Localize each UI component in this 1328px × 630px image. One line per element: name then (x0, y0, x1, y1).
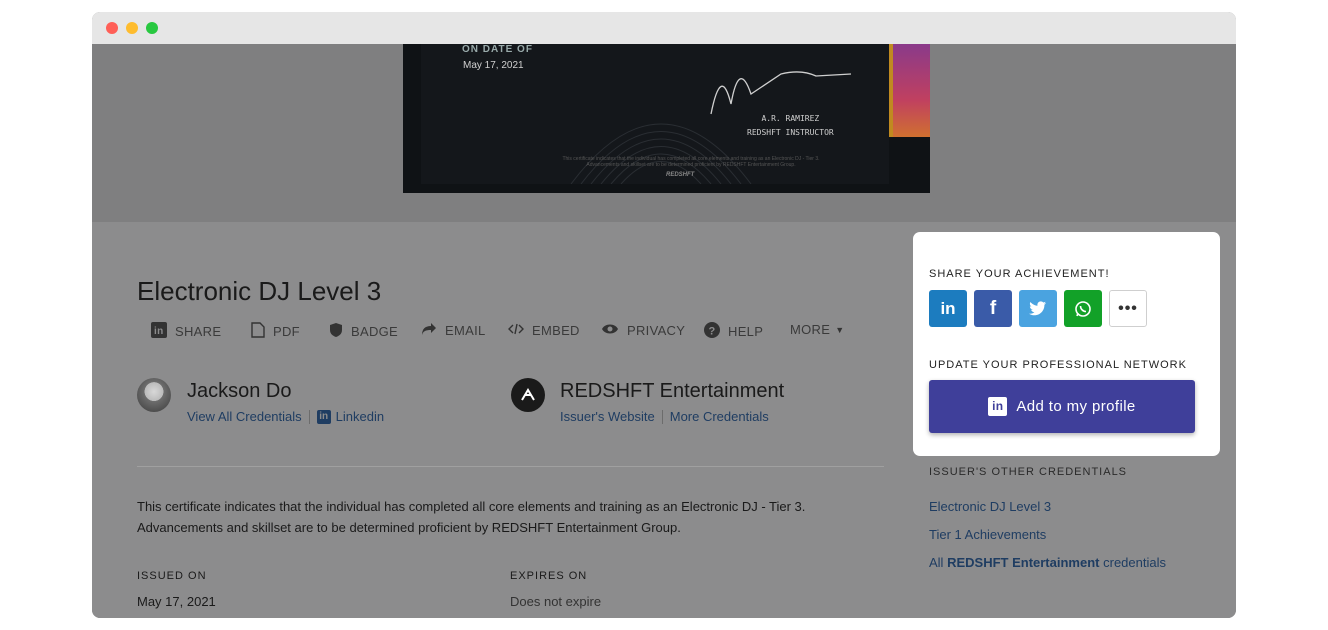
svg-text:?: ? (709, 326, 716, 338)
linkedin-profile-link[interactable]: Linkedin (336, 409, 384, 424)
share-heading: SHARE YOUR ACHIEVEMENT! (929, 268, 1110, 280)
all-prefix: All (929, 555, 944, 570)
all-suffix: credentials (1103, 555, 1166, 570)
share-whatsapp-button[interactable] (1064, 290, 1102, 327)
whatsapp-icon (1075, 300, 1091, 317)
linkedin-icon: in (316, 409, 331, 424)
network-heading: UPDATE YOUR PROFESSIONAL NETWORK (929, 359, 1187, 371)
other-credentials-heading: ISSUER'S OTHER CREDENTIALS (929, 466, 1128, 478)
add-to-profile-button[interactable]: in Add to my profile (929, 380, 1195, 433)
certificate-hero: ON DATE OF May 17, 2021 A.R. RAMIREZ RED… (92, 44, 1236, 222)
eye-icon (601, 322, 619, 338)
description-line-2: Advancements and skillset are to be dete… (137, 520, 681, 535)
signature-icon (710, 71, 852, 115)
help-icon: ? (704, 322, 720, 341)
shield-icon (329, 322, 343, 341)
all-issuer-credentials-link[interactable]: All REDSHFT Entertainment credentials (929, 555, 1166, 570)
share-linkedin-button[interactable]: in (929, 290, 967, 327)
certificate-on-date-label: ON DATE OF (462, 44, 533, 55)
email-action[interactable]: EMAIL (421, 322, 486, 339)
code-icon (508, 322, 524, 339)
window-titlebar (92, 12, 1236, 44)
recipient-name[interactable]: Jackson Do (187, 380, 292, 403)
section-divider (137, 466, 884, 467)
other-credential-link[interactable]: Tier 1 Achievements (929, 527, 1046, 542)
expires-on-value: Does not expire (510, 594, 602, 609)
all-issuer-name: REDSHFT Entertainment (947, 555, 1100, 570)
privacy-action-label: PRIVACY (627, 322, 686, 338)
caret-down-icon: ▼ (835, 324, 845, 335)
issuer-website-link[interactable]: Issuer's Website (560, 409, 655, 424)
issuer-links: Issuer's Website More Credentials (560, 409, 769, 424)
issued-on-value: May 17, 2021 (137, 594, 216, 609)
more-action[interactable]: MORE ▼ (790, 322, 844, 337)
badge-action[interactable]: BADGE (329, 322, 398, 341)
close-window-button[interactable] (106, 22, 118, 34)
svg-text:in: in (154, 326, 164, 337)
share-panel: SHARE YOUR ACHIEVEMENT! in f ••• UPDATE … (913, 232, 1220, 456)
recipient-avatar[interactable] (137, 378, 171, 412)
add-to-profile-label: Add to my profile (1016, 398, 1136, 415)
help-action[interactable]: ? HELP (704, 322, 763, 341)
credential-description: This certificate indicates that the indi… (137, 496, 897, 538)
twitter-icon (1029, 301, 1046, 316)
pdf-action-label: PDF (273, 324, 300, 339)
pdf-action[interactable]: PDF (251, 322, 300, 341)
issuer-name[interactable]: REDSHFT Entertainment (560, 380, 784, 403)
certificate-instructor: A.R. RAMIREZ REDSHFT INSTRUCTOR (747, 112, 834, 140)
recipient-links: View All Credentials in Linkedin (187, 409, 384, 424)
issuer-logo-icon (521, 388, 535, 401)
privacy-action[interactable]: PRIVACY (601, 322, 685, 338)
facebook-icon: f (989, 297, 997, 319)
certificate-fine-print: This certificate indicates that the indi… (562, 156, 820, 168)
certificate-logo: REDSHFT (666, 172, 695, 178)
minimize-window-button[interactable] (126, 22, 138, 34)
linkedin-icon: in (151, 322, 167, 341)
link-separator (308, 409, 310, 424)
certificate-side-graphic (889, 44, 930, 137)
pdf-icon (251, 322, 265, 341)
issued-on-label: ISSUED ON (137, 570, 207, 582)
view-all-credentials-link[interactable]: View All Credentials (187, 409, 302, 424)
more-action-label: MORE (790, 322, 831, 337)
more-credentials-link[interactable]: More Credentials (670, 409, 769, 424)
instructor-name: A.R. RAMIREZ (761, 114, 820, 123)
share-facebook-button[interactable]: f (974, 290, 1012, 327)
certificate-body: ON DATE OF May 17, 2021 A.R. RAMIREZ RED… (421, 44, 889, 184)
share-arrow-icon (421, 322, 437, 339)
zoom-window-button[interactable] (146, 22, 158, 34)
certificate-date: May 17, 2021 (463, 60, 524, 71)
linkedin-icon: in (988, 397, 1008, 416)
more-icon: ••• (1118, 299, 1138, 317)
other-credential-link[interactable]: Electronic DJ Level 3 (929, 499, 1051, 514)
linkedin-icon: in (940, 298, 956, 318)
share-action[interactable]: in SHARE (151, 322, 221, 341)
embed-action[interactable]: EMBED (508, 322, 580, 339)
browser-window: ON DATE OF May 17, 2021 A.R. RAMIREZ RED… (92, 12, 1236, 618)
embed-action-label: EMBED (532, 323, 580, 338)
description-line-1: This certificate indicates that the indi… (137, 499, 806, 514)
email-action-label: EMAIL (445, 323, 486, 338)
badge-action-label: BADGE (351, 324, 399, 339)
help-action-label: HELP (728, 324, 764, 339)
share-action-label: SHARE (175, 324, 222, 339)
share-twitter-button[interactable] (1019, 290, 1057, 327)
credential-title: Electronic DJ Level 3 (137, 276, 382, 306)
link-separator (661, 409, 663, 424)
instructor-title: REDSHFT INSTRUCTOR (747, 128, 834, 137)
certificate-image[interactable]: ON DATE OF May 17, 2021 A.R. RAMIREZ RED… (403, 44, 930, 193)
expires-on-label: EXPIRES ON (510, 570, 588, 582)
share-more-button[interactable]: ••• (1109, 290, 1147, 327)
issuer-logo[interactable] (511, 378, 545, 412)
